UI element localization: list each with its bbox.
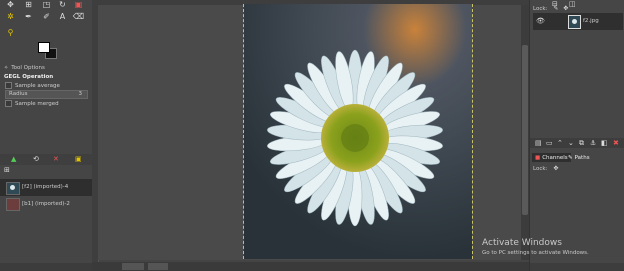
image-list-item[interactable]: [b1] (imported)-2 xyxy=(0,196,92,212)
activate-windows-watermark: Activate Windows Go to PC settings to ac… xyxy=(482,238,589,256)
images-panel-toolbar: ▲ ⟲ ✕ ▣ xyxy=(0,154,92,165)
thumbnail-flower xyxy=(10,185,15,190)
scale-tool-icon[interactable]: ▣ xyxy=(74,0,83,9)
paths-icon: ✎ xyxy=(568,154,573,161)
tab-paths[interactable]: ✎ Paths xyxy=(565,153,593,162)
crop-tool-icon[interactable]: ◳ xyxy=(42,0,51,9)
watermark-subtitle: Go to PC settings to activate Windows. xyxy=(482,250,589,256)
image-thumbnail xyxy=(6,182,20,195)
raise-layer-icon[interactable]: ⌃ xyxy=(557,139,563,147)
align-tool-icon[interactable]: ⊞ xyxy=(24,0,33,9)
delete-icon[interactable]: ✕ xyxy=(53,155,59,163)
raise-icon[interactable]: ▲ xyxy=(11,155,16,163)
heal-tool-icon[interactable]: ⌫ xyxy=(73,12,84,21)
duplicate-layer-icon[interactable]: ⧉ xyxy=(579,139,584,148)
lower-layer-icon[interactable]: ⌄ xyxy=(568,139,574,147)
channels-tab-label: Channels xyxy=(542,154,568,161)
lock-pixels-icon[interactable]: ✎ xyxy=(553,5,558,12)
image-name: [f2] (imported)-4 xyxy=(22,184,69,190)
tool-options-title: Tool Options xyxy=(11,64,45,71)
fuzzy-select-icon[interactable]: ✲ xyxy=(6,12,15,21)
thumbnail-flower xyxy=(572,19,577,24)
lock-label: Lock: xyxy=(533,6,548,12)
image-list-item[interactable]: [f2] (imported)-4 xyxy=(0,179,92,196)
folder-icon[interactable]: ▭ xyxy=(546,139,553,147)
status-bar xyxy=(92,262,529,271)
radius-label: Radius xyxy=(9,91,28,97)
lock-row: Lock: ✎ ✥ xyxy=(533,5,568,12)
rotate-tool-icon[interactable]: ↻ xyxy=(58,0,67,9)
gegl-operation-title: GEGL Operation xyxy=(4,73,54,80)
delete-layer-icon[interactable]: ✖ xyxy=(613,139,619,147)
bottom-toolbar xyxy=(0,263,92,271)
channels-tab-icon[interactable]: ◫ xyxy=(569,0,576,8)
layers-dock: ⊟ ◫ Lock: ✎ ✥ 👁 f2.jpg ▤ ▭ ⌃ ⌄ ⧉ ⚓ ◧ ✖ ■… xyxy=(529,0,624,271)
sample-merged-label: Sample merged xyxy=(15,100,59,107)
paths-tool-icon[interactable]: ✒ xyxy=(24,12,33,21)
sample-merged-row[interactable]: Sample merged xyxy=(0,99,90,108)
channels-icon: ■ xyxy=(535,154,541,161)
mask-icon[interactable]: ◧ xyxy=(601,139,608,147)
sample-average-label: Sample average xyxy=(15,82,60,89)
daisy-image xyxy=(244,4,472,259)
zoom-select[interactable] xyxy=(148,263,168,270)
zoom-tool-icon[interactable]: ⚲ xyxy=(6,28,15,37)
reset-icon[interactable]: ⟲ xyxy=(33,155,39,163)
paths-toolbar xyxy=(530,263,624,271)
new-display-icon[interactable]: ▣ xyxy=(75,155,82,163)
sample-average-checkbox[interactable] xyxy=(5,82,12,89)
image-canvas[interactable] xyxy=(243,4,473,259)
images-tab-icon[interactable]: ⊞ xyxy=(4,166,10,174)
units-select[interactable] xyxy=(122,263,144,270)
lock-position-icon[interactable]: ✥ xyxy=(553,165,558,172)
watermark-title: Activate Windows xyxy=(482,238,562,248)
visibility-eye-icon[interactable]: 👁 xyxy=(536,17,545,25)
layer-thumbnail xyxy=(568,15,581,29)
anchor-layer-icon[interactable]: ⚓ xyxy=(590,139,596,147)
lock-row-2: Lock: ✥ xyxy=(533,165,558,172)
paths-tab-label: Paths xyxy=(574,154,590,161)
foreground-color-swatch[interactable] xyxy=(38,42,50,53)
radius-value: 3 xyxy=(78,91,83,97)
toolbox-panel: ✥ ⊞ ◳ ↻ ▣ ✲ ✒ ✐ A ⌫ ⚲ ✧ Tool Options GEG… xyxy=(0,0,92,271)
image-name: [b1] (imported)-2 xyxy=(22,201,70,207)
layer-name: f2.jpg xyxy=(583,18,599,24)
new-layer-icon[interactable]: ▤ xyxy=(535,139,542,147)
tool-options-header: ✧ Tool Options xyxy=(4,64,45,71)
scrollbar-thumb[interactable] xyxy=(522,45,528,215)
layers-toolbar: ▤ ▭ ⌃ ⌄ ⧉ ⚓ ◧ ✖ xyxy=(530,138,624,148)
sample-merged-checkbox[interactable] xyxy=(5,100,12,107)
lock-label: Lock: xyxy=(533,166,548,172)
sample-average-row[interactable]: Sample average xyxy=(0,81,90,90)
pencil-tool-icon[interactable]: ✐ xyxy=(42,12,51,21)
layer-row[interactable]: 👁 f2.jpg xyxy=(533,13,623,30)
text-tool-icon[interactable]: A xyxy=(58,12,67,21)
vertical-scrollbar[interactable] xyxy=(521,5,529,260)
gegl-operation-row: GEGL Operation xyxy=(0,72,90,81)
image-thumbnail xyxy=(6,198,20,211)
radius-slider[interactable]: Radius 3 xyxy=(5,90,88,99)
lock-position-icon[interactable]: ✥ xyxy=(563,5,568,12)
move-tool-icon[interactable]: ✥ xyxy=(6,0,15,9)
